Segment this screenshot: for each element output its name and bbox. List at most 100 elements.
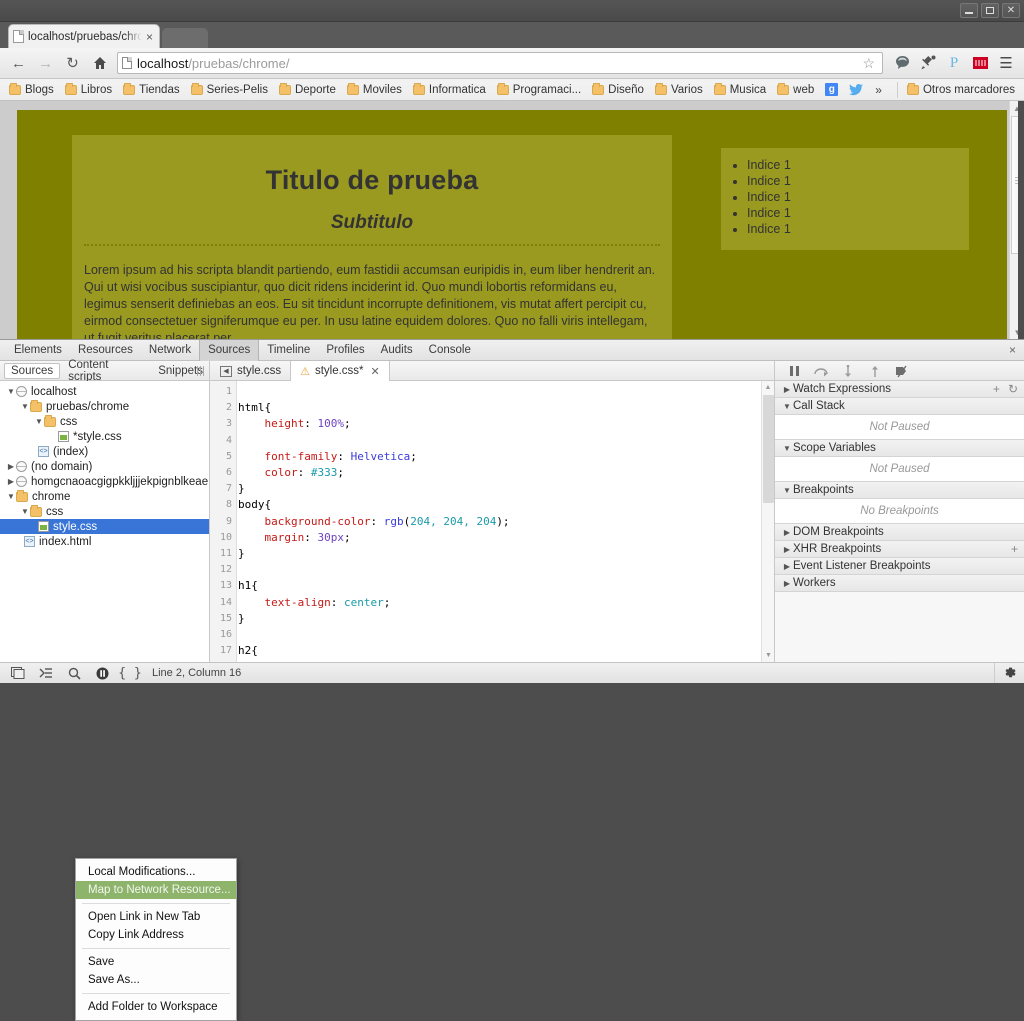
menu-item-local-modifications[interactable]: Local Modifications...: [76, 863, 236, 881]
tab-elements[interactable]: Elements: [6, 341, 70, 360]
bookmark-item[interactable]: Programaci...: [492, 82, 586, 98]
sources-file-tree[interactable]: ▼ localhost ▼ pruebas/chrome ▼ css *styl…: [0, 381, 210, 662]
tab-audits[interactable]: Audits: [373, 341, 421, 360]
section-breakpoints[interactable]: ▼ Breakpoints: [775, 482, 1024, 499]
gear-icon[interactable]: [994, 663, 1024, 683]
tab-timeline[interactable]: Timeline: [259, 341, 318, 360]
bookmark-item[interactable]: Tiendas: [118, 82, 185, 98]
twisty-icon[interactable]: ▶: [781, 562, 793, 571]
bookmarks-overflow-icon[interactable]: »: [869, 81, 888, 99]
twisty-icon[interactable]: ▶: [781, 545, 793, 554]
deactivate-breakpoints-icon[interactable]: [889, 362, 915, 380]
translate-icon[interactable]: [890, 51, 914, 75]
navigator-toggle-icon[interactable]: ◀: [220, 365, 232, 377]
section-scope-variables[interactable]: ▼ Scope Variables: [775, 440, 1024, 457]
section-event-listener-breakpoints[interactable]: ▶ Event Listener Breakpoints: [775, 558, 1024, 575]
section-workers[interactable]: ▶ Workers: [775, 575, 1024, 592]
editor-code[interactable]: html{ height: 100%; font-family: Helveti…: [238, 384, 760, 662]
tree-item[interactable]: ▶ (no domain): [0, 459, 209, 474]
tree-item[interactable]: ▶ homgcnaoacgigpkkljjjekpignblkeae: [0, 474, 209, 489]
bookmark-item[interactable]: Musica: [709, 82, 771, 98]
tree-item[interactable]: ▼ css: [0, 414, 209, 429]
reload-icon[interactable]: ↻: [60, 51, 85, 76]
twisty-icon[interactable]: ▶: [6, 462, 16, 471]
file-tab-style-css-modified[interactable]: ⚠ style.css* ✕: [290, 361, 390, 381]
bookmark-google[interactable]: g: [820, 81, 843, 98]
twisty-icon[interactable]: ▼: [34, 417, 44, 426]
bookmark-twitter[interactable]: [844, 82, 868, 98]
close-button[interactable]: ✕: [1002, 3, 1020, 18]
tree-item[interactable]: <> index.html: [0, 534, 209, 549]
step-into-icon[interactable]: [835, 362, 861, 380]
editor-scrollbar[interactable]: ▲ ▼: [761, 381, 774, 662]
section-xhr-breakpoints[interactable]: ▶ XHR Breakpoints +: [775, 541, 1024, 558]
bookmark-item[interactable]: Informatica: [408, 82, 491, 98]
bookmark-item[interactable]: Series-Pelis: [186, 82, 273, 98]
menu-item-add-folder-to-workspace[interactable]: Add Folder to Workspace: [76, 998, 236, 1016]
search-icon[interactable]: [60, 663, 88, 683]
menu-item-map-to-network-resource[interactable]: Map to Network Resource...: [76, 881, 236, 899]
section-dom-breakpoints[interactable]: ▶ DOM Breakpoints: [775, 524, 1024, 541]
pocket-icon[interactable]: P: [942, 51, 966, 75]
tab-close-icon[interactable]: ×: [146, 30, 155, 44]
step-over-icon[interactable]: [808, 362, 834, 380]
bookmark-item[interactable]: Libros: [60, 82, 117, 98]
subtab-sources[interactable]: Sources: [4, 363, 61, 379]
tree-item[interactable]: ▼ pruebas/chrome: [0, 399, 209, 414]
twisty-icon[interactable]: ▶: [781, 579, 793, 588]
minimize-button[interactable]: [960, 3, 978, 18]
scroll-down-icon[interactable]: ▼: [762, 649, 774, 662]
refresh-watch-icon[interactable]: ↻: [1008, 382, 1018, 396]
section-watch-expressions[interactable]: ▶ Watch Expressions + ↻: [775, 381, 1024, 398]
step-out-icon[interactable]: [862, 362, 888, 380]
twisty-icon[interactable]: ▶: [6, 477, 16, 486]
back-icon[interactable]: ←: [6, 51, 31, 76]
tree-item[interactable]: ▼ chrome: [0, 489, 209, 504]
devtools-close-icon[interactable]: ×: [1009, 343, 1016, 357]
menu-item-copy-link-address[interactable]: Copy Link Address: [76, 926, 236, 944]
extension-icon[interactable]: [916, 51, 940, 75]
bookmark-item[interactable]: web: [772, 82, 819, 98]
bookmark-item[interactable]: Moviles: [342, 82, 407, 98]
scrollbar-thumb[interactable]: [763, 395, 774, 503]
tree-item[interactable]: <> (index): [0, 444, 209, 459]
menu-item-save[interactable]: Save: [76, 953, 236, 971]
address-bar[interactable]: localhost/pruebas/chrome/ ☆: [117, 52, 883, 74]
tree-item[interactable]: ▼ localhost: [0, 384, 209, 399]
twisty-icon[interactable]: ▼: [6, 387, 16, 396]
tab-sources[interactable]: Sources: [199, 339, 260, 361]
bookmark-item[interactable]: Blogs: [4, 82, 59, 98]
pause-icon[interactable]: [781, 362, 807, 380]
menu-item-save-as[interactable]: Save As...: [76, 971, 236, 989]
pretty-print-icon[interactable]: { }: [116, 663, 144, 683]
tree-item[interactable]: *style.css: [0, 429, 209, 444]
tab-profiles[interactable]: Profiles: [318, 341, 372, 360]
forward-icon[interactable]: →: [33, 51, 58, 76]
tab-console[interactable]: Console: [421, 341, 479, 360]
adblock-icon[interactable]: [968, 51, 992, 75]
bookmark-item[interactable]: Varios: [650, 82, 708, 98]
dock-icon[interactable]: [4, 663, 32, 683]
twisty-icon[interactable]: ▼: [20, 402, 30, 411]
home-icon[interactable]: [87, 51, 112, 76]
console-drawer-icon[interactable]: [32, 663, 60, 683]
context-menu[interactable]: Local Modifications... Map to Network Re…: [75, 858, 237, 1021]
pause-on-exception-icon[interactable]: [88, 663, 116, 683]
twisty-icon[interactable]: ▼: [20, 507, 30, 516]
tree-item[interactable]: ▼ css: [0, 504, 209, 519]
bookmark-item[interactable]: Deporte: [274, 82, 341, 98]
other-bookmarks-folder[interactable]: Otros marcadores: [902, 82, 1020, 98]
tree-item-selected[interactable]: style.css: [0, 519, 209, 534]
twisty-icon[interactable]: ▼: [781, 402, 793, 411]
menu-item-open-link-in-new-tab[interactable]: Open Link in New Tab: [76, 908, 236, 926]
bookmark-star-icon[interactable]: ☆: [859, 55, 878, 72]
browser-tab[interactable]: localhost/pruebas/chro ×: [8, 24, 160, 48]
twisty-icon[interactable]: ▼: [781, 486, 793, 495]
chrome-menu-icon[interactable]: ☰: [994, 51, 1018, 75]
add-watch-icon[interactable]: +: [993, 382, 1000, 396]
new-tab-button[interactable]: [162, 28, 208, 48]
twisty-icon[interactable]: ▼: [6, 492, 16, 501]
source-editor[interactable]: 1 2 3 4 5 6 7 8 9 10 11 12 13 14 15 16 1…: [211, 381, 774, 662]
add-xhr-breakpoint-icon[interactable]: +: [1011, 542, 1018, 556]
twisty-icon[interactable]: ▶: [781, 528, 793, 537]
